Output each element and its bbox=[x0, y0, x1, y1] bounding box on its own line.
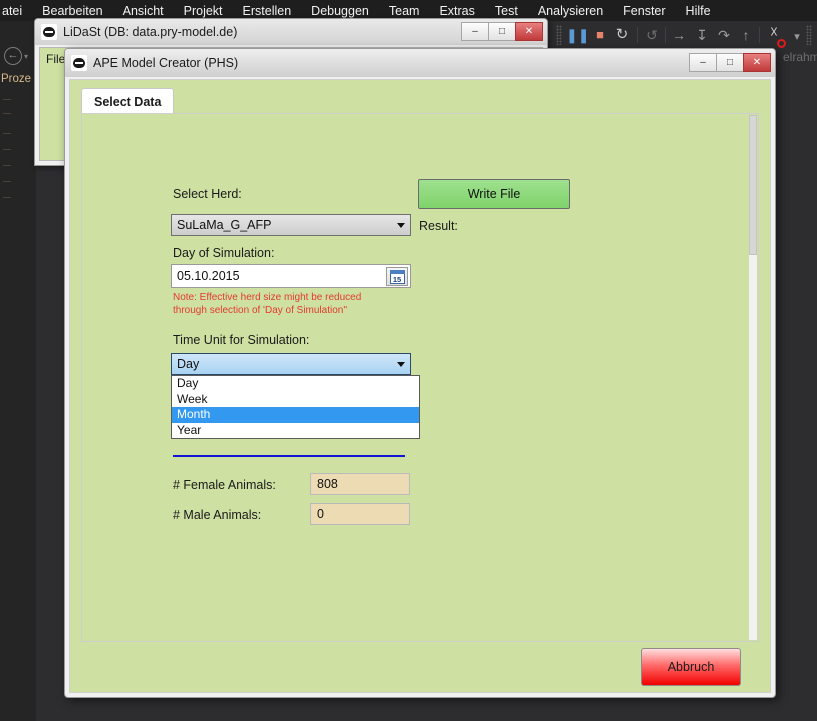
tab-select-data[interactable]: Select Data bbox=[81, 88, 175, 114]
ape-close-button[interactable]: ✕ bbox=[743, 53, 771, 72]
write-file-button[interactable]: Write File bbox=[418, 179, 570, 209]
toolbar-grip[interactable] bbox=[806, 25, 812, 45]
menu-item-hilfe[interactable]: Hilfe bbox=[676, 2, 721, 20]
ape-window-controls: – □ ✕ bbox=[689, 53, 771, 73]
menu-item-analysieren[interactable]: Analysieren bbox=[528, 2, 613, 20]
step-into-icon[interactable]: ↧ bbox=[691, 23, 713, 47]
ape-title-bar[interactable]: APE Model Creator (PHS) – □ ✕ bbox=[65, 49, 775, 77]
back-arrow-icon[interactable]: ← bbox=[4, 47, 22, 65]
lidast-menu-file[interactable]: File bbox=[46, 52, 65, 66]
lidast-title-bar[interactable]: LiDaSt (DB: data.pry-model.de) – □ ✕ bbox=[35, 19, 547, 45]
cancel-button[interactable]: Abbruch bbox=[641, 648, 741, 686]
ape-model-creator-dialog[interactable]: APE Model Creator (PHS) – □ ✕ Select Dat… bbox=[64, 48, 776, 698]
menu-item-bearbeiten[interactable]: Bearbeiten bbox=[32, 2, 112, 20]
toolbar-separator bbox=[637, 27, 638, 43]
select-herd-label: Select Herd: bbox=[173, 187, 242, 201]
chevron-down-icon[interactable]: ▾ bbox=[24, 52, 28, 61]
lidast-minimize-button[interactable]: – bbox=[461, 22, 489, 41]
dropdown-option-week[interactable]: Week bbox=[172, 392, 419, 408]
pause-icon[interactable]: ❚❚ bbox=[566, 23, 589, 47]
toolbar-separator bbox=[759, 27, 760, 43]
rail-tick bbox=[3, 113, 11, 114]
lidast-window-controls: – □ ✕ bbox=[461, 22, 543, 42]
step-out-icon[interactable]: ↷ bbox=[713, 23, 735, 47]
time-unit-label: Time Unit for Simulation: bbox=[173, 333, 310, 347]
panel-scrollbar[interactable] bbox=[749, 115, 757, 640]
restart-icon[interactable]: ↻ bbox=[611, 23, 633, 47]
time-unit-combobox[interactable]: Day bbox=[171, 353, 411, 375]
rail-tick bbox=[3, 197, 11, 198]
menu-item-erstellen[interactable]: Erstellen bbox=[233, 2, 302, 20]
female-animals-label: # Female Animals: bbox=[173, 478, 276, 492]
rail-tick bbox=[3, 181, 11, 182]
time-unit-combobox-value: Day bbox=[177, 357, 200, 371]
day-of-simulation-input[interactable]: 05.10.2015 15 bbox=[171, 264, 411, 288]
left-rail: ← ▾ Proze bbox=[0, 21, 36, 721]
ape-maximize-button[interactable]: □ bbox=[716, 53, 744, 72]
menu-item-fenster[interactable]: Fenster bbox=[613, 2, 675, 20]
rail-tick bbox=[3, 149, 11, 150]
day-of-simulation-value: 05.10.2015 bbox=[177, 269, 240, 283]
select-data-panel: Select Herd: SuLaMa_G_AFP Write File Res… bbox=[81, 113, 759, 642]
step-up-icon[interactable]: ↑ bbox=[735, 23, 757, 47]
tab-strip: Select Data bbox=[81, 88, 175, 114]
day-of-simulation-label: Day of Simulation: bbox=[173, 246, 275, 260]
calendar-icon: 15 bbox=[389, 269, 405, 284]
time-unit-dropdown-list[interactable]: Day Week Month Year bbox=[171, 375, 420, 439]
date-picker-button[interactable]: 15 bbox=[386, 267, 408, 286]
stop-icon[interactable]: ■ bbox=[589, 23, 611, 47]
dropdown-option-day[interactable]: Day bbox=[172, 376, 419, 392]
panel-scrollbar-thumb[interactable] bbox=[749, 115, 757, 255]
herd-size-note: Note: Effective herd size might be reduc… bbox=[173, 292, 362, 316]
step-back-icon[interactable]: ↺ bbox=[641, 23, 663, 47]
chevron-down-icon[interactable] bbox=[392, 215, 410, 235]
ape-body: Select Data Select Herd: SuLaMa_G_AFP Wr… bbox=[69, 79, 771, 693]
app-logo-icon bbox=[71, 55, 87, 71]
menu-item-extras[interactable]: Extras bbox=[429, 2, 484, 20]
lidast-title: LiDaSt (DB: data.pry-model.de) bbox=[63, 25, 238, 39]
result-label: Result: bbox=[419, 219, 458, 233]
menu-item-test[interactable]: Test bbox=[485, 2, 528, 20]
menu-item-team[interactable]: Team bbox=[379, 2, 430, 20]
chevron-down-icon[interactable] bbox=[392, 354, 410, 374]
docked-window-label: elrahm bbox=[783, 50, 817, 64]
menu-item-datei[interactable]: atei bbox=[0, 2, 32, 20]
section-divider bbox=[173, 455, 405, 457]
lidast-maximize-button[interactable]: □ bbox=[488, 22, 516, 41]
menu-item-ansicht[interactable]: Ansicht bbox=[113, 2, 174, 20]
left-rail-label: Proze bbox=[1, 73, 32, 85]
rail-tick bbox=[3, 99, 11, 100]
app-logo-icon bbox=[41, 24, 57, 40]
male-animals-input[interactable]: 0 bbox=[310, 503, 410, 525]
ape-minimize-button[interactable]: – bbox=[689, 53, 717, 72]
rail-tick bbox=[3, 165, 11, 166]
ape-title: APE Model Creator (PHS) bbox=[93, 56, 239, 70]
herd-combobox[interactable]: SuLaMa_G_AFP bbox=[171, 214, 411, 236]
lidast-close-button[interactable]: ✕ bbox=[515, 22, 543, 41]
dropdown-option-month[interactable]: Month bbox=[172, 407, 419, 423]
dropdown-option-year[interactable]: Year bbox=[172, 423, 419, 439]
male-animals-label: # Male Animals: bbox=[173, 508, 262, 522]
herd-combobox-value: SuLaMa_G_AFP bbox=[177, 218, 272, 232]
menu-item-projekt[interactable]: Projekt bbox=[174, 2, 233, 20]
overflow-icon[interactable]: ▾ bbox=[786, 25, 808, 49]
menu-item-debuggen[interactable]: Debuggen bbox=[301, 2, 379, 20]
toolbar-separator bbox=[665, 27, 666, 43]
female-animals-input[interactable]: 808 bbox=[310, 473, 410, 495]
toolbar-grip[interactable] bbox=[556, 25, 562, 45]
step-over-icon[interactable]: → bbox=[668, 23, 690, 47]
rail-tick bbox=[3, 133, 11, 134]
breakpoint-dot-icon[interactable] bbox=[777, 39, 786, 48]
